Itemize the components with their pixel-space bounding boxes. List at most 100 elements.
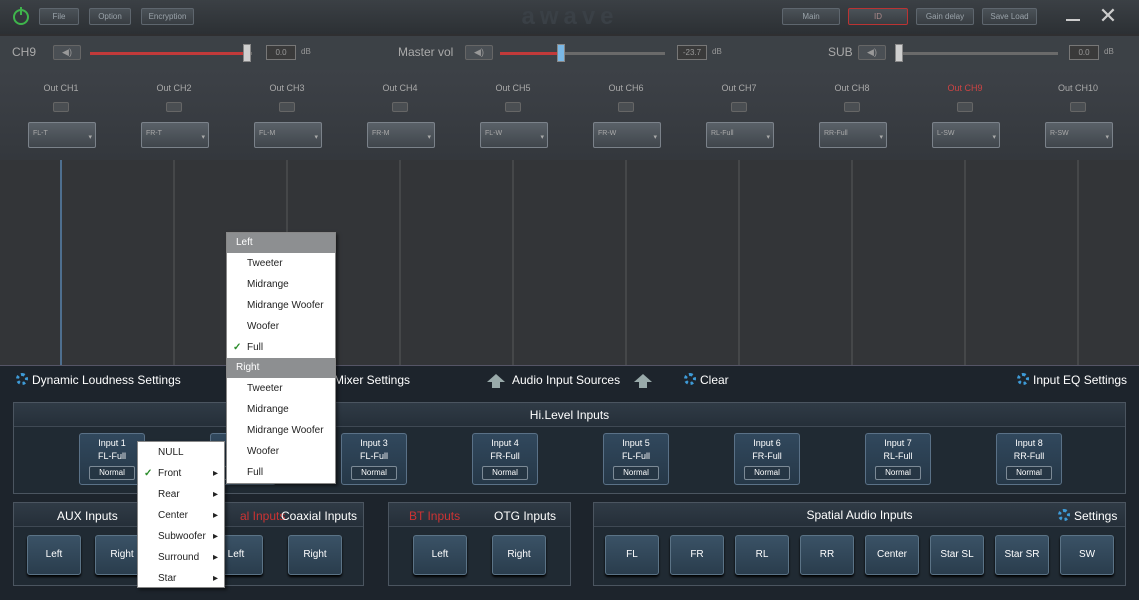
otg-inputs-title[interactable]: OTG Inputs (494, 509, 556, 523)
channel-name[interactable]: Out CH4 (355, 83, 445, 93)
otg-right-button[interactable]: Right (492, 535, 546, 575)
submenu-left-woofer[interactable]: Woofer (227, 316, 335, 337)
main-button[interactable]: Main (782, 8, 840, 25)
master-mute-icon[interactable]: ◀) (465, 45, 493, 60)
coaxial-right-button[interactable]: Right (288, 535, 342, 575)
input-mode-button[interactable]: Normal (875, 466, 921, 480)
hi-level-input-card[interactable]: Input 8 RR-Full Normal (996, 433, 1062, 485)
option-menu-button[interactable]: Option (89, 8, 131, 25)
save-load-button[interactable]: Save Load (982, 8, 1037, 25)
input-mode-button[interactable]: Normal (613, 466, 659, 480)
submenu-left-tweeter[interactable]: Tweeter (227, 253, 335, 274)
channel-name[interactable]: Out CH6 (581, 83, 671, 93)
menu-item-surround[interactable]: Surround (138, 547, 224, 568)
hi-level-input-card[interactable]: Input 6 FR-Full Normal (734, 433, 800, 485)
hi-level-input-card[interactable]: Input 4 FR-Full Normal (472, 433, 538, 485)
bt-inputs-title[interactable]: BT Inputs (409, 509, 460, 523)
channel-toggle[interactable] (957, 102, 973, 112)
spatial-sw-button[interactable]: SW (1060, 535, 1114, 575)
submenu-right-tweeter[interactable]: Tweeter (227, 378, 335, 399)
sub-mute-icon[interactable]: ◀) (858, 45, 886, 60)
arrow-up-icon[interactable] (487, 374, 505, 388)
channel-output-select[interactable]: L-SW (932, 122, 1000, 148)
spatial-settings-button[interactable]: Settings (1058, 509, 1117, 523)
aux-left-button[interactable]: Left (27, 535, 81, 575)
coaxial-inputs-title[interactable]: Coaxial Inputs (281, 509, 357, 523)
channel-name[interactable]: Out CH8 (807, 83, 897, 93)
menu-item-front[interactable]: Front (138, 463, 224, 484)
channel-output-select[interactable]: FL-T (28, 122, 96, 148)
spatial-center-button[interactable]: Center (865, 535, 919, 575)
channel-name[interactable]: Out CH1 (16, 83, 106, 93)
channel-toggle[interactable] (844, 102, 860, 112)
menu-item-center[interactable]: Center (138, 505, 224, 526)
channel-toggle[interactable] (1070, 102, 1086, 112)
channel-output-select[interactable]: RL-Full (706, 122, 774, 148)
gain-delay-button[interactable]: Gain delay (916, 8, 974, 25)
power-icon[interactable] (13, 7, 29, 25)
channel-toggle[interactable] (505, 102, 521, 112)
menu-item-rear[interactable]: Rear (138, 484, 224, 505)
channel-name[interactable]: Out CH5 (468, 83, 558, 93)
spatial-fl-button[interactable]: FL (605, 535, 659, 575)
master-slider-thumb[interactable] (557, 44, 566, 62)
hi-level-input-card[interactable]: Input 3 FL-Full Normal (341, 433, 407, 485)
sub-value[interactable]: 0.0 (1069, 45, 1099, 60)
submenu-left-midrange-woofer[interactable]: Midrange Woofer (227, 295, 335, 316)
channel-name[interactable]: Out CH10 (1033, 83, 1123, 93)
submenu-left-midrange[interactable]: Midrange (227, 274, 335, 295)
input-mode-button[interactable]: Normal (482, 466, 528, 480)
submenu-right-midrange[interactable]: Midrange (227, 399, 335, 420)
id-button[interactable]: ID (848, 8, 908, 25)
channel-toggle[interactable] (731, 102, 747, 112)
input-eq-settings[interactable]: Input EQ Settings (1017, 373, 1127, 387)
submenu-left-full[interactable]: Full (227, 337, 335, 358)
optical-inputs-title[interactable]: al Inputs (240, 509, 285, 523)
spatial-rr-button[interactable]: RR (800, 535, 854, 575)
eq-graph-area[interactable] (0, 160, 1139, 365)
dynamic-loudness-settings[interactable]: Dynamic Loudness Settings (16, 373, 181, 387)
ch9-slider-thumb[interactable] (243, 44, 252, 62)
input-mode-button[interactable]: Normal (351, 466, 397, 480)
channel-output-select[interactable]: FR-W (593, 122, 661, 148)
submenu-right-full[interactable]: Full (227, 462, 335, 483)
encryption-menu-button[interactable]: Encryption (141, 8, 194, 25)
channel-toggle[interactable] (279, 102, 295, 112)
channel-toggle[interactable] (392, 102, 408, 112)
channel-toggle[interactable] (166, 102, 182, 112)
sub-slider-track[interactable] (896, 52, 1058, 55)
submenu-right-midrange-woofer[interactable]: Midrange Woofer (227, 420, 335, 441)
hi-level-input-card[interactable]: Input 7 RL-Full Normal (865, 433, 931, 485)
ch9-value[interactable]: 0.0 (266, 45, 296, 60)
menu-item-subwoofer[interactable]: Subwoofer (138, 526, 224, 547)
input-mode-button[interactable]: Normal (89, 466, 135, 480)
minimize-icon[interactable] (1066, 19, 1080, 21)
channel-output-select[interactable]: R-SW (1045, 122, 1113, 148)
channel-name[interactable]: Out CH9 (920, 83, 1010, 93)
hi-level-input-card[interactable]: Input 5 FL-Full Normal (603, 433, 669, 485)
channel-name[interactable]: Out CH3 (242, 83, 332, 93)
mixer-settings[interactable]: Mixer Settings (334, 373, 410, 387)
otg-left-button[interactable]: Left (413, 535, 467, 575)
channel-name[interactable]: Out CH2 (129, 83, 219, 93)
master-value[interactable]: -23.7 (677, 45, 707, 60)
menu-item-star[interactable]: Star (138, 568, 224, 589)
ch9-mute-icon[interactable]: ◀) (53, 45, 81, 60)
channel-output-select[interactable]: FL-W (480, 122, 548, 148)
channel-output-select[interactable]: FL-M (254, 122, 322, 148)
channel-name[interactable]: Out CH7 (694, 83, 784, 93)
spatial-star-sr-button[interactable]: Star SR (995, 535, 1049, 575)
clear-button[interactable]: Clear (684, 373, 729, 387)
input-mode-button[interactable]: Normal (744, 466, 790, 480)
channel-output-select[interactable]: FR-M (367, 122, 435, 148)
spatial-fr-button[interactable]: FR (670, 535, 724, 575)
input-mode-button[interactable]: Normal (1006, 466, 1052, 480)
file-menu-button[interactable]: File (39, 8, 79, 25)
channel-toggle[interactable] (618, 102, 634, 112)
spatial-star-sl-button[interactable]: Star SL (930, 535, 984, 575)
channel-output-select[interactable]: RR-Full (819, 122, 887, 148)
channel-toggle[interactable] (53, 102, 69, 112)
menu-item-null[interactable]: NULL (138, 442, 224, 463)
hi-level-input-card[interactable]: Input 1 FL-Full Normal (79, 433, 145, 485)
submenu-right-woofer[interactable]: Woofer (227, 441, 335, 462)
